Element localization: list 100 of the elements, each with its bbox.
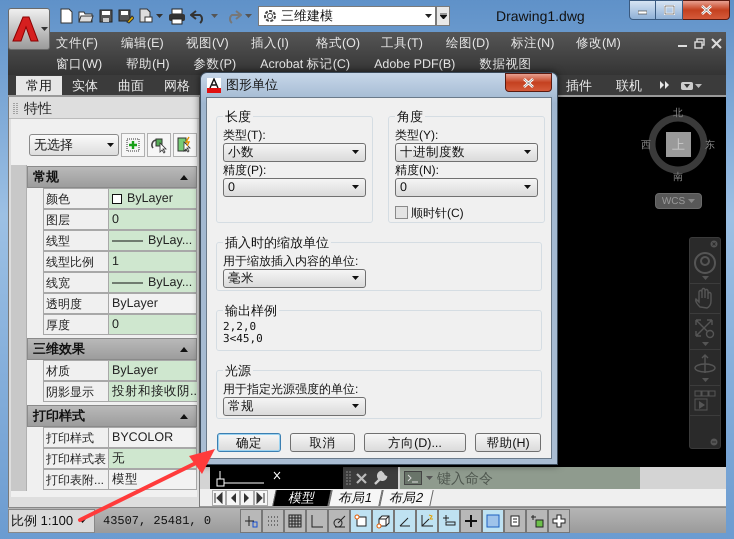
layout-tab[interactable]: 模型 bbox=[272, 490, 332, 506]
wrench-icon[interactable] bbox=[372, 470, 388, 486]
grip-icon[interactable] bbox=[346, 470, 351, 486]
application-menu-button[interactable] bbox=[8, 8, 50, 50]
minimize-button[interactable] bbox=[629, 0, 656, 20]
dropdown[interactable]: 0 bbox=[395, 178, 538, 196]
dropdown[interactable]: 毫米 bbox=[223, 268, 366, 288]
status-toggle-button[interactable] bbox=[460, 508, 482, 532]
menu-item[interactable]: Adobe PDF(B) bbox=[372, 55, 458, 74]
toolbar-button[interactable] bbox=[147, 133, 171, 157]
status-toggle-button[interactable] bbox=[328, 508, 350, 532]
section-header[interactable]: 常规 bbox=[27, 166, 197, 188]
ribbon-tab[interactable]: 曲面 bbox=[108, 76, 154, 95]
collapse-icon[interactable] bbox=[180, 174, 188, 180]
property-value[interactable]: ByLay... bbox=[109, 272, 197, 293]
status-toggle-button[interactable] bbox=[350, 508, 372, 532]
dropdown[interactable]: 常规 bbox=[223, 396, 366, 416]
menu-item[interactable]: 窗口(W) bbox=[54, 55, 104, 74]
layout-tab[interactable]: 布局2 bbox=[380, 490, 434, 506]
ribbon-tab[interactable]: 联机 bbox=[606, 76, 652, 95]
clockwise-checkbox[interactable]: 顺时针(C) bbox=[395, 204, 464, 222]
status-toggle-button[interactable] bbox=[240, 508, 262, 532]
close-icon[interactable] bbox=[356, 472, 367, 484]
menu-item[interactable]: 修改(M) bbox=[574, 34, 639, 53]
property-value[interactable]: 0 bbox=[109, 314, 197, 335]
status-toggle-button[interactable] bbox=[262, 508, 284, 532]
menu-item[interactable]: 文件(F) bbox=[54, 34, 119, 53]
dropdown[interactable]: 十进制度数 bbox=[395, 142, 538, 162]
property-value[interactable]: BYCOLOR bbox=[109, 427, 197, 448]
dropdown[interactable]: 小数 bbox=[223, 142, 366, 162]
menu-item[interactable]: 格式(O) bbox=[314, 34, 379, 53]
navigation-button[interactable] bbox=[240, 490, 254, 506]
dropdown[interactable]: 0 bbox=[223, 178, 366, 196]
compass-label[interactable]: 北 bbox=[673, 106, 683, 121]
workspace-dropdown[interactable]: 三维建模 bbox=[258, 6, 436, 26]
compass-label[interactable]: 西 bbox=[641, 138, 651, 153]
navigation-button[interactable] bbox=[212, 490, 226, 506]
menu-item[interactable]: 工具(T) bbox=[379, 34, 444, 53]
customize-button[interactable] bbox=[436, 6, 450, 26]
panel-menu-button[interactable] bbox=[681, 82, 702, 90]
menu-item[interactable]: 编辑(E) bbox=[119, 34, 184, 53]
ribbon-tab[interactable]: 实体 bbox=[62, 76, 108, 95]
status-toggle-button[interactable] bbox=[284, 508, 306, 532]
property-value[interactable]: ByLayer bbox=[109, 360, 197, 381]
dialog-button[interactable]: 帮助(H) bbox=[475, 433, 541, 452]
property-value[interactable]: ByLayer bbox=[109, 188, 197, 209]
status-toggle-button[interactable] bbox=[526, 508, 548, 532]
property-value[interactable]: 1 bbox=[109, 251, 197, 272]
status-toggle-button[interactable] bbox=[306, 508, 328, 532]
compass-label[interactable]: 东 bbox=[705, 138, 715, 153]
compass-label[interactable]: 南 bbox=[673, 170, 683, 185]
menu-item[interactable]: 帮助(H) bbox=[124, 55, 172, 74]
command-line-field[interactable]: 键入命令 bbox=[400, 467, 640, 489]
menu-item[interactable]: 参数(P) bbox=[191, 55, 238, 74]
status-toggle-button[interactable] bbox=[372, 508, 394, 532]
section-header[interactable]: 打印样式 bbox=[27, 405, 197, 427]
print-button[interactable] bbox=[166, 6, 188, 26]
selection-dropdown[interactable]: 无选择 bbox=[29, 134, 119, 156]
property-value[interactable]: 0 bbox=[109, 209, 197, 230]
property-value[interactable]: 模型 bbox=[109, 469, 197, 490]
navigation-button[interactable] bbox=[226, 490, 240, 506]
menu-item[interactable]: Acrobat 标记(C) bbox=[258, 55, 352, 74]
status-toggle-button[interactable] bbox=[438, 508, 460, 532]
toolbar-button[interactable] bbox=[121, 133, 145, 157]
collapse-icon[interactable] bbox=[180, 414, 188, 418]
menu-item[interactable]: 插入(I) bbox=[249, 34, 314, 53]
property-value[interactable]: 无 bbox=[109, 448, 197, 469]
double-arrow-icon[interactable] bbox=[660, 81, 669, 89]
menu-item[interactable]: 标注(N) bbox=[509, 34, 574, 53]
ribbon-tab[interactable]: 网格 bbox=[154, 76, 200, 95]
layout-tab[interactable]: 布局1 bbox=[328, 490, 383, 506]
ribbon-tab[interactable]: 常用 bbox=[16, 76, 62, 95]
close-button[interactable] bbox=[505, 73, 552, 92]
property-value[interactable]: ByLayer bbox=[109, 293, 197, 314]
toolbar-button[interactable] bbox=[173, 133, 197, 157]
object-snap-icon bbox=[353, 512, 369, 528]
dialog-button[interactable]: 确定 bbox=[217, 433, 281, 452]
collapse-icon[interactable] bbox=[180, 346, 188, 352]
checkbox[interactable] bbox=[395, 206, 408, 219]
restore-icon[interactable] bbox=[694, 38, 705, 49]
close-button[interactable] bbox=[683, 0, 730, 20]
ribbon-tab[interactable]: 插件 bbox=[556, 76, 602, 95]
property-value[interactable]: ByLay... bbox=[109, 230, 197, 251]
section-header[interactable]: 三维效果 bbox=[27, 338, 197, 360]
grip-icon[interactable] bbox=[13, 102, 18, 116]
dialog-button[interactable]: 方向(D)... bbox=[364, 433, 466, 452]
status-toggle-button[interactable] bbox=[482, 508, 504, 532]
navigation-button[interactable] bbox=[254, 490, 268, 506]
scale-dropdown[interactable]: 比例 1:100 bbox=[8, 508, 95, 532]
menu-item[interactable]: 视图(V) bbox=[184, 34, 249, 53]
status-toggle-button[interactable] bbox=[394, 508, 416, 532]
dialog-button[interactable]: 取消 bbox=[290, 433, 355, 452]
status-toggle-button[interactable] bbox=[504, 508, 526, 532]
menu-item[interactable]: 绘图(D) bbox=[444, 34, 509, 53]
status-toggle-button[interactable] bbox=[548, 508, 570, 532]
menu-item[interactable]: 数据视图 bbox=[477, 55, 534, 74]
maximize-button[interactable] bbox=[656, 0, 683, 20]
section-title: 打印样式 bbox=[33, 407, 85, 426]
close-icon[interactable] bbox=[711, 38, 722, 49]
status-toggle-button[interactable] bbox=[416, 508, 438, 532]
